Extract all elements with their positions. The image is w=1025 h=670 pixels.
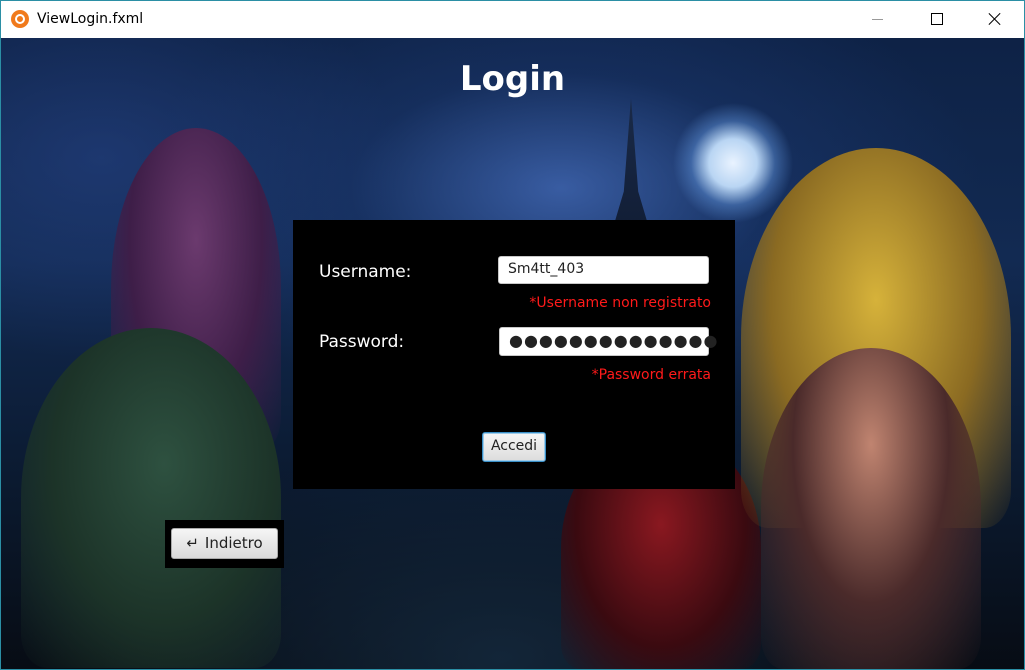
password-error: *Password errata [591,367,711,383]
back-button-frame: ↵ Indietro [165,520,284,568]
username-label: Username: [319,262,412,282]
window-title: ViewLogin.fxml [37,11,144,27]
title-bar[interactable]: ViewLogin.fxml [1,1,1024,38]
username-field[interactable]: Sm4tt_403 [498,256,709,284]
login-button[interactable]: Accedi [482,432,546,462]
login-panel: Username: Sm4tt_403 *Username non regist… [293,220,735,489]
back-button-label: Indietro [204,534,263,552]
page-title: Login [459,59,566,99]
minimize-icon [872,19,883,20]
username-error: *Username non registrato [529,295,711,311]
back-button[interactable]: ↵ Indietro [171,528,278,559]
background-character-right-bottom [761,348,981,669]
background-character-left-bottom [21,328,281,668]
password-field[interactable]: ●●●●●●●●●●●●●● [499,327,717,356]
minimize-button[interactable] [851,1,909,38]
maximize-icon [931,13,943,25]
close-icon [988,12,1002,26]
return-arrow-icon: ↵ [186,534,199,552]
password-label: Password: [319,332,405,352]
app-window: ViewLogin.fxml Login Username: Sm4tt_403… [0,0,1025,670]
close-button[interactable] [966,1,1024,38]
app-icon [11,10,29,28]
maximize-button[interactable] [908,1,966,38]
